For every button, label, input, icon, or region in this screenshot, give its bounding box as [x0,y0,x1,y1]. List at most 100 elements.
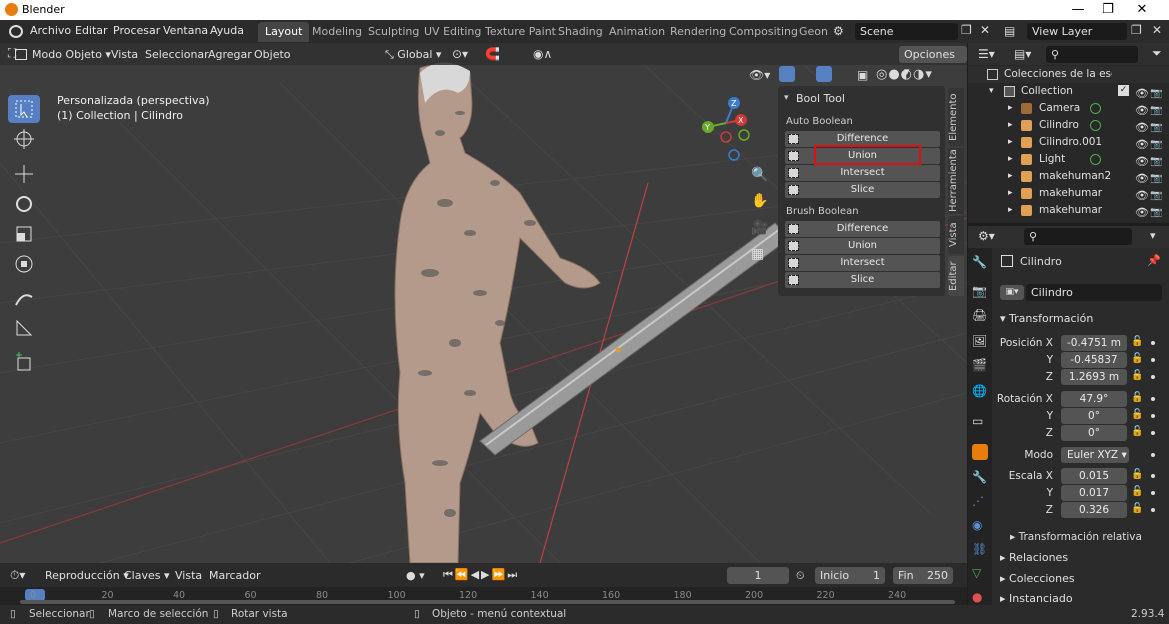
menu-objeto[interactable]: Objeto [249,46,296,63]
lock-icon[interactable]: 🔓 [1131,503,1143,514]
constraints-tab-icon[interactable]: ⛓ [972,542,988,558]
outliner-item[interactable]: ▸ Light 👁 📷 [968,151,1169,168]
expand-arrow-icon[interactable]: ▸ [1008,117,1013,134]
add-cube-tool[interactable] [8,348,40,376]
outliner-collection[interactable]: ▾ Collection ✓ 👁 📷 [968,83,1169,100]
lock-icon[interactable]: 🔓 [1131,392,1143,403]
outliner-item[interactable]: ▸ makehumar 👁 📷 [968,202,1169,219]
view-layer-icon[interactable]: ▤ [1004,24,1015,38]
snap-icon[interactable]: 🧲 [485,47,500,61]
physics-tab-icon[interactable]: ◉ [972,518,988,534]
transform-orientation[interactable]: ⤡ Global ▾ [380,46,446,63]
keying-menu[interactable]: Claves ▾ [119,567,175,584]
tab-layout[interactable]: Layout [258,22,310,42]
menu-archivo[interactable]: Archivo [30,24,71,37]
rotation-x-field[interactable]: 47.9° [1061,391,1127,407]
outliner-item[interactable]: ▸makehuman2-ba👁📷 [968,168,1169,185]
outliner-item[interactable]: ▸ Cilindro.001 👁 📷 [968,134,1169,151]
collections-panel[interactable]: ▸ Colecciones [1000,572,1075,585]
rotation-y-field[interactable]: 0° [1061,408,1127,424]
xray-icon[interactable]: ▣ [857,68,868,82]
keyframe-dot-icon[interactable] [1151,414,1155,418]
brush-intersect-button[interactable]: Intersect [785,255,940,271]
expand-arrow-icon[interactable]: ▸ [1008,151,1013,168]
outliner-item[interactable]: ▸ Cilindro 👁 📷 [968,117,1169,134]
outliner-scene-collection[interactable]: Colecciones de la escena [968,66,1169,83]
relations-panel[interactable]: ▸ Relaciones [1000,551,1068,564]
tab-elemento[interactable]: Elemento [948,88,964,146]
lock-icon[interactable]: 🔓 [1131,353,1143,364]
lock-icon[interactable]: 🔓 [1131,409,1143,420]
ortho-grid-icon[interactable]: ▦ [751,246,764,262]
location-z-field[interactable]: 1.2693 m [1061,369,1127,385]
select-box-tool[interactable] [8,95,40,123]
filter-icon[interactable]: ⏷ [1152,46,1162,61]
keyframe-dot-icon[interactable] [1151,375,1155,379]
marker-menu[interactable]: Marcador [204,567,266,584]
render-camera-icon[interactable]: 📷 [1150,204,1162,221]
delete-scene-icon[interactable]: ✕ [980,23,990,37]
scale-tool[interactable] [8,220,40,248]
pin-icon[interactable]: 📌 [1147,254,1161,267]
render-tab-icon[interactable]: 📷 [972,284,988,300]
overlays-toggle-icon[interactable] [816,66,832,82]
minimize-button[interactable]: — [1063,1,1093,19]
rotation-z-field[interactable]: 0° [1061,425,1127,441]
navigation-gizmo[interactable]: Z X Y [696,93,756,165]
menu-ayuda[interactable]: Ayuda [210,24,244,37]
light-data-icon[interactable] [1090,154,1101,165]
lock-icon[interactable]: 🔓 [1131,426,1143,437]
transform-panel-header[interactable]: ▾ Transformación [1000,312,1093,325]
keyframe-dot-icon[interactable] [1151,341,1155,345]
blender-menu-icon[interactable] [9,25,23,38]
brush-difference-button[interactable]: Difference [785,221,940,237]
output-tab-icon[interactable]: 🖨 [972,308,988,324]
keyframe-dot-icon[interactable] [1151,508,1155,512]
tab-vista[interactable]: Vista [948,216,964,254]
rotate-tool[interactable] [8,190,40,218]
keyframe-dot-icon[interactable] [1151,431,1155,435]
rotation-mode-select[interactable]: Euler XYZ ▾ [1061,447,1129,463]
proportional-edit-icon[interactable]: ◉∧ [533,47,552,61]
scale-y-field[interactable]: 0.017 [1061,485,1127,501]
pan-hand-icon[interactable]: ✋ [751,193,768,209]
properties-editor-icon[interactable]: ⚙▾ [978,229,995,243]
brush-slice-button[interactable]: Slice [785,272,940,288]
expand-arrow-icon[interactable]: ▾ [989,83,994,100]
scene-field[interactable]: Scene [855,23,958,40]
visibility-icon[interactable]: 👁▾ [749,68,770,82]
keyframe-dot-icon[interactable] [1151,358,1155,362]
properties-search-input[interactable]: ⚲ [1024,228,1132,245]
annotate-tool[interactable] [8,284,40,312]
tab-geometry[interactable]: Geon [792,22,835,42]
move-tool[interactable] [8,160,40,188]
instancing-panel[interactable]: ▸ Instanciado [1000,592,1073,605]
start-frame-field[interactable]: Inicio 1 [815,567,885,584]
measure-tool[interactable] [8,314,40,342]
lock-icon[interactable]: 🔓 [1131,486,1143,497]
lock-icon[interactable]: 🔓 [1131,336,1143,347]
tab-modeling[interactable]: Modeling [305,22,369,42]
pivot-icon[interactable]: ⊙▾ [452,47,468,61]
keyframe-dot-icon[interactable] [1151,453,1155,457]
mesh-data-icon[interactable] [1090,120,1101,131]
keyframe-dot-icon[interactable] [1151,491,1155,495]
expand-arrow-icon[interactable]: ▸ [1008,134,1013,151]
delete-view-layer-icon[interactable]: ✕ [1152,23,1162,37]
lock-icon[interactable]: 🔓 [1131,469,1143,480]
delta-transform-panel[interactable]: ▸ Transformación relativa [1010,531,1142,543]
view-layer-field[interactable]: View Layer [1027,23,1127,40]
end-frame-field[interactable]: Fin 250 [893,567,953,584]
expand-arrow-icon[interactable]: ▸ [1008,185,1013,202]
outliner-item[interactable]: ▸ Camera 👁 📷 [968,100,1169,117]
object-browse-button[interactable]: ▣▾ [1000,285,1024,300]
properties-options-icon[interactable]: ▾ [1150,229,1156,242]
shading-modes-icon[interactable]: ◎●◐◑▾ [876,67,933,82]
scale-z-field[interactable]: 0.326 [1061,502,1127,518]
material-tab-icon[interactable]: ● [972,590,988,606]
collapse-arrow-icon[interactable]: ▾ [784,93,789,103]
mode-select[interactable]: Modo Objeto ▾ [10,46,116,63]
camera-data-icon[interactable] [1090,103,1101,114]
object-name-field[interactable]: Cilindro [1026,284,1162,301]
tool-tab-icon[interactable]: 🔧 [972,255,988,271]
